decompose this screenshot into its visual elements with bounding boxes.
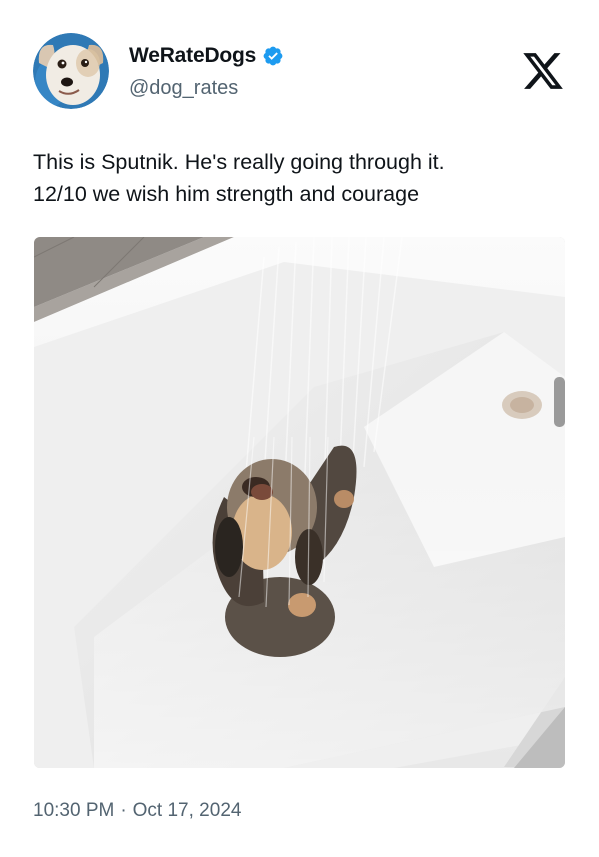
tweet-date: Oct 17, 2024 xyxy=(132,800,242,821)
verified-badge-icon xyxy=(262,45,284,67)
dog-avatar-icon xyxy=(33,33,109,109)
tweet-photo[interactable] xyxy=(34,237,565,768)
author-display-name[interactable]: WeRateDogs xyxy=(129,44,256,68)
avatar[interactable] xyxy=(33,33,109,109)
author-handle[interactable]: @dog_rates xyxy=(129,77,238,100)
dog-in-bathtub-photo xyxy=(34,237,565,768)
tweet-timestamp[interactable]: 10:30 PM · Oct 17, 2024 xyxy=(33,800,241,822)
tweet-text: This is Sputnik. He's really going throu… xyxy=(33,146,573,210)
x-logo-icon[interactable] xyxy=(520,49,566,93)
tweet-text-line-2: 12/10 we wish him strength and courage xyxy=(33,182,420,206)
author-name-row[interactable]: WeRateDogs xyxy=(129,44,284,68)
timestamp-separator: · xyxy=(120,800,127,821)
tweet-time: 10:30 PM xyxy=(33,800,115,821)
tweet-text-line-1: This is Sputnik. He's really going throu… xyxy=(33,150,445,174)
tweet-header: WeRateDogs @dog_rates xyxy=(33,33,573,113)
